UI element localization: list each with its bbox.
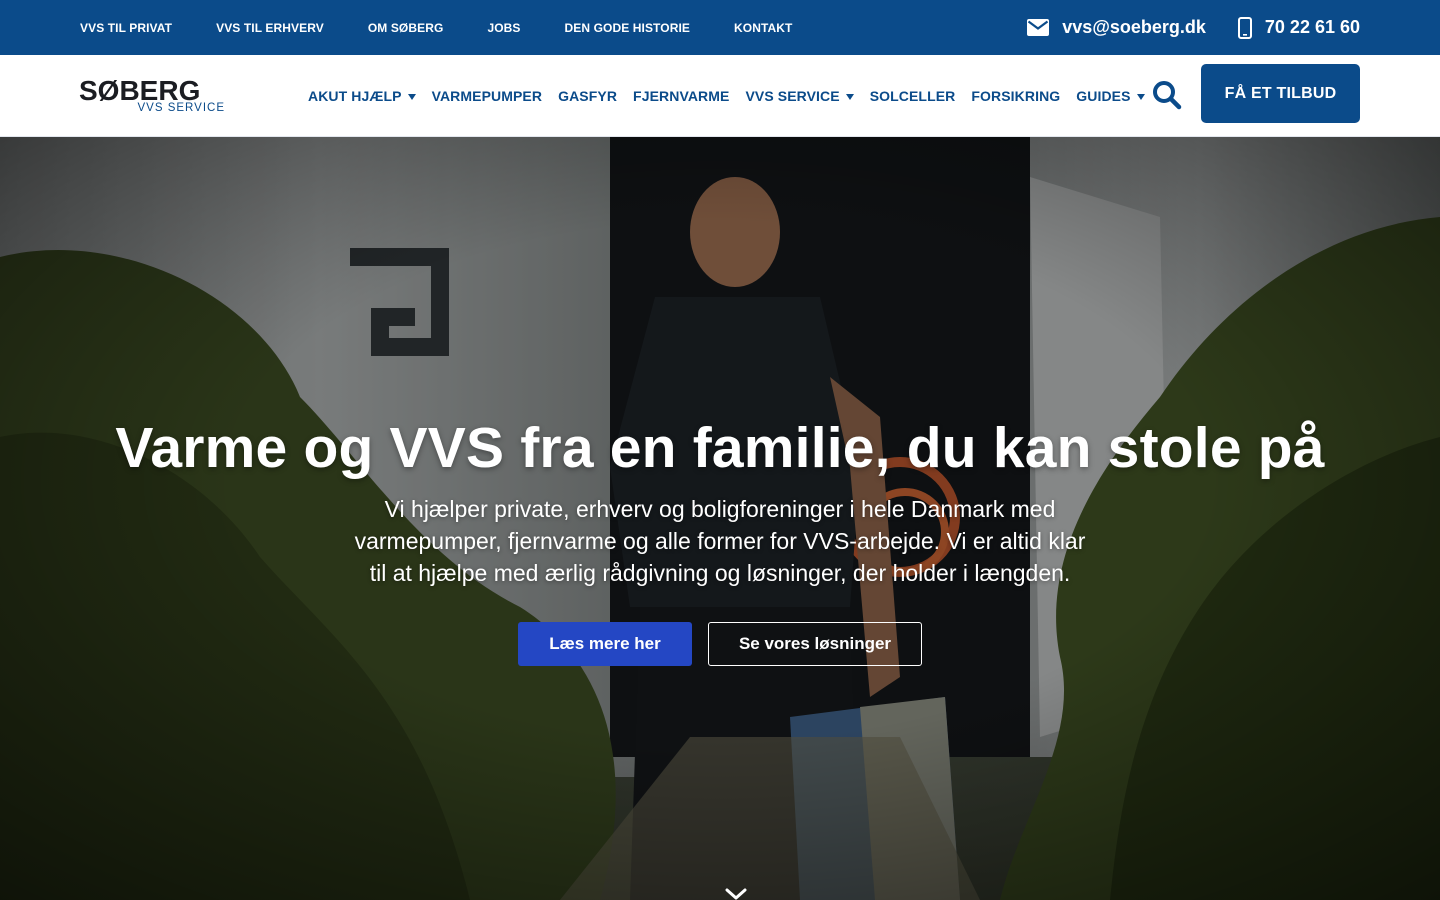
see-solutions-button[interactable]: Se vores løsninger [708,622,922,666]
nav-item-label: SOLCELLER [869,88,956,104]
hero-title: Varme og VVS fra en familie, du kan stol… [115,416,1325,480]
email-text: vvs@soeberg.dk [1062,17,1206,37]
top-bar: VVS TIL PRIVAT VVS TIL ERHVERV OM SØBERG… [0,0,1440,55]
caret-down-icon [1136,93,1145,100]
top-navigation: VVS TIL PRIVAT VVS TIL ERHVERV OM SØBERG… [80,0,836,55]
nav-item-guides[interactable]: GUIDES [1076,88,1145,104]
hero-description-line: Vi hjælper private, erhverv og boligfore… [384,496,1056,522]
nav-item-vvs-service[interactable]: VVS SERVICE [745,88,854,104]
search-button[interactable] [1150,78,1184,112]
top-link-om-soberg[interactable]: OM SØBERG [368,21,444,35]
hero-section: Varme og VVS fra en familie, du kan stol… [0,137,1440,900]
nav-item-forsikring[interactable]: FORSIKRING [971,88,1060,104]
nav-item-label: FORSIKRING [971,88,1061,104]
email-link[interactable]: vvs@soeberg.dk [1027,17,1206,38]
caret-down-icon [407,93,416,100]
top-link-jobs[interactable]: JOBS [487,21,520,35]
nav-item-solceller[interactable]: SOLCELLER [870,88,956,104]
top-link-vvs-til-erhverv[interactable]: VVS TIL ERHVERV [216,21,324,35]
nav-item-label: AKUT HJÆLP [308,88,402,104]
get-quote-button[interactable]: FÅ ET TILBUD [1201,64,1360,123]
chevron-down-icon[interactable] [724,887,748,900]
main-navigation: AKUT HJÆLP VARMEPUMPER GASFYR FJERNVARME… [308,55,1161,137]
nav-item-gasfyr[interactable]: GASFYR [558,88,617,104]
phone-text: 70 22 61 60 [1264,17,1360,37]
nav-item-label: GASFYR [558,88,618,104]
mobile-phone-icon [1237,16,1252,39]
nav-item-varmepumper[interactable]: VARMEPUMPER [432,88,543,104]
hero-description: Vi hjælper private, erhverv og boligfore… [330,493,1110,589]
nav-item-label: FJERNVARME [633,88,730,104]
caret-down-icon [845,93,854,100]
soberg-logo[interactable]: SØBERG VVS SERVICE [79,75,229,115]
nav-item-fjernvarme[interactable]: FJERNVARME [633,88,729,104]
top-link-vvs-til-privat[interactable]: VVS TIL PRIVAT [80,21,172,35]
top-link-kontakt[interactable]: KONTAKT [734,21,792,35]
envelope-icon [1027,19,1050,36]
nav-item-akut-hjaelp[interactable]: AKUT HJÆLP [308,88,416,104]
nav-item-label: GUIDES [1076,88,1131,104]
top-link-den-gode-historie[interactable]: DEN GODE HISTORIE [565,21,691,35]
search-icon [1153,81,1182,110]
nav-item-label: VVS SERVICE [745,88,840,104]
hero-description-line: til at hjælpe med ærlig rådgivning og lø… [369,560,1071,586]
phone-link[interactable]: 70 22 61 60 [1237,16,1360,39]
hero-description-line: varmepumper, fjernvarme og alle former f… [354,528,1086,554]
logo-tagline: VVS SERVICE [138,102,226,114]
nav-item-label: VARMEPUMPER [431,88,543,104]
read-more-button[interactable]: Læs mere her [518,622,692,666]
main-header: SØBERG VVS SERVICE AKUT HJÆLP VARMEPUMPE… [0,55,1440,137]
contact-info: vvs@soeberg.dk 70 22 61 60 [1027,0,1360,55]
